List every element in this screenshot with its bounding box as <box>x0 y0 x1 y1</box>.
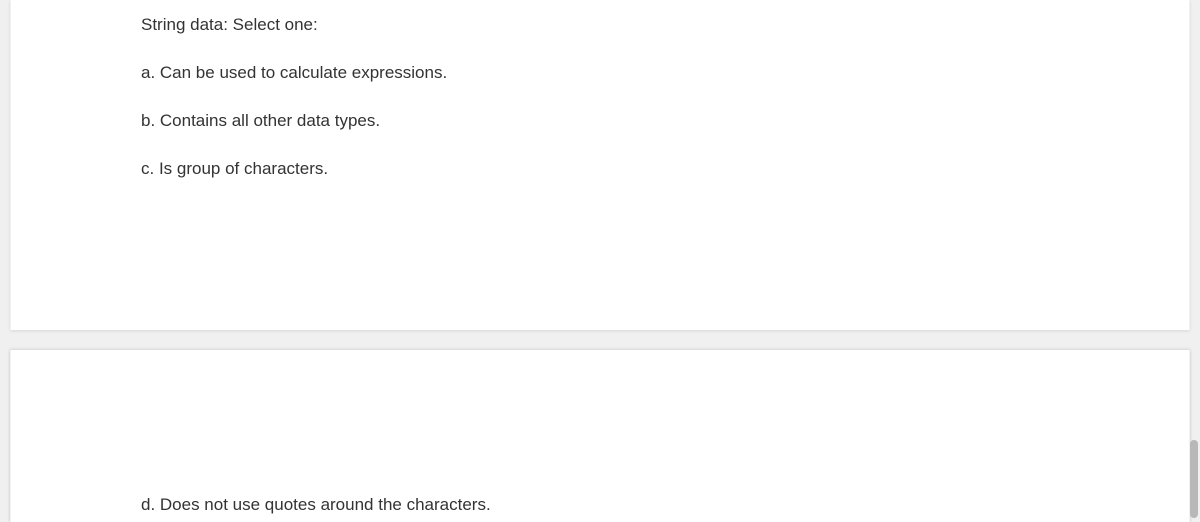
option-c: c. Is group of characters. <box>141 159 1059 179</box>
option-b: b. Contains all other data types. <box>141 111 1059 131</box>
scrollbar-thumb[interactable] <box>1190 440 1198 518</box>
question-prompt: String data: Select one: <box>141 15 1059 35</box>
document-page-2: d. Does not use quotes around the charac… <box>10 350 1190 522</box>
document-page-1: String data: Select one: a. Can be used … <box>10 0 1190 330</box>
option-d: d. Does not use quotes around the charac… <box>141 495 1059 515</box>
option-a: a. Can be used to calculate expressions. <box>141 63 1059 83</box>
